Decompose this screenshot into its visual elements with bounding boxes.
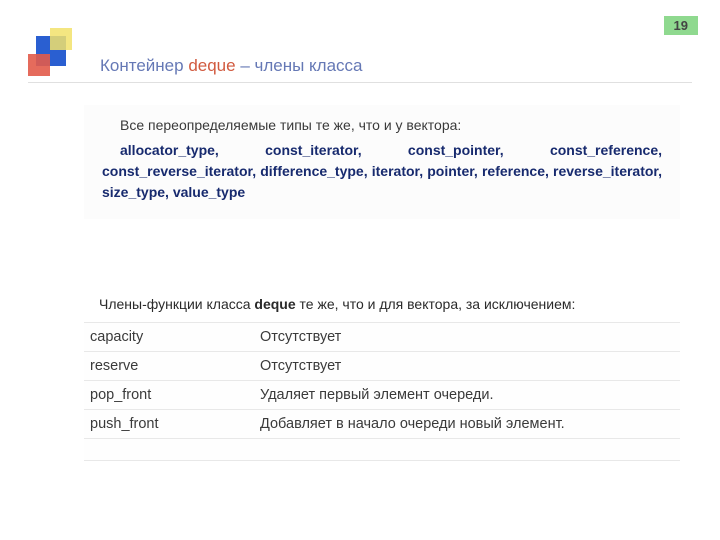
funcs-intro-before: Члены-функции класса bbox=[99, 296, 254, 312]
func-name: capacity bbox=[84, 323, 254, 352]
funcs-intro-bold: deque bbox=[254, 296, 295, 312]
table-row: reserve Отсутствует bbox=[84, 352, 680, 381]
title-prefix: Контейнер bbox=[100, 56, 188, 75]
slide-title: Контейнер deque – члены класса bbox=[100, 56, 363, 76]
func-name: pop_front bbox=[84, 381, 254, 410]
table-row-empty bbox=[84, 439, 680, 461]
funcs-intro-after: те же, что и для вектора, за исключением… bbox=[296, 296, 576, 312]
func-desc: Добавляет в начало очереди новый элемент… bbox=[254, 410, 680, 439]
func-desc: Отсутствует bbox=[254, 352, 680, 381]
title-suffix: – члены класса bbox=[240, 56, 362, 75]
func-desc: Отсутствует bbox=[254, 323, 680, 352]
page-number-badge: 19 bbox=[664, 16, 698, 35]
logo-yellow-square bbox=[50, 28, 72, 50]
types-list: allocator_type, const_iterator, const_po… bbox=[102, 140, 662, 203]
types-intro: Все переопределяемые типы те же, что и у… bbox=[102, 115, 662, 136]
types-block: Все переопределяемые типы те же, что и у… bbox=[84, 105, 680, 219]
table-row: capacity Отсутствует bbox=[84, 323, 680, 352]
funcs-intro: Члены-функции класса deque те же, что и … bbox=[99, 296, 575, 312]
func-desc: Удаляет первый элемент очереди. bbox=[254, 381, 680, 410]
logo-red-square bbox=[28, 54, 50, 76]
table-row: push_front Добавляет в начало очереди но… bbox=[84, 410, 680, 439]
empty-cell bbox=[254, 439, 680, 461]
title-underline bbox=[28, 82, 692, 83]
func-name: reserve bbox=[84, 352, 254, 381]
slide-logo bbox=[28, 28, 84, 84]
title-accent: deque bbox=[188, 56, 240, 75]
func-name: push_front bbox=[84, 410, 254, 439]
func-table: capacity Отсутствует reserve Отсутствует… bbox=[84, 322, 680, 461]
table-row: pop_front Удаляет первый элемент очереди… bbox=[84, 381, 680, 410]
empty-cell bbox=[84, 439, 254, 461]
